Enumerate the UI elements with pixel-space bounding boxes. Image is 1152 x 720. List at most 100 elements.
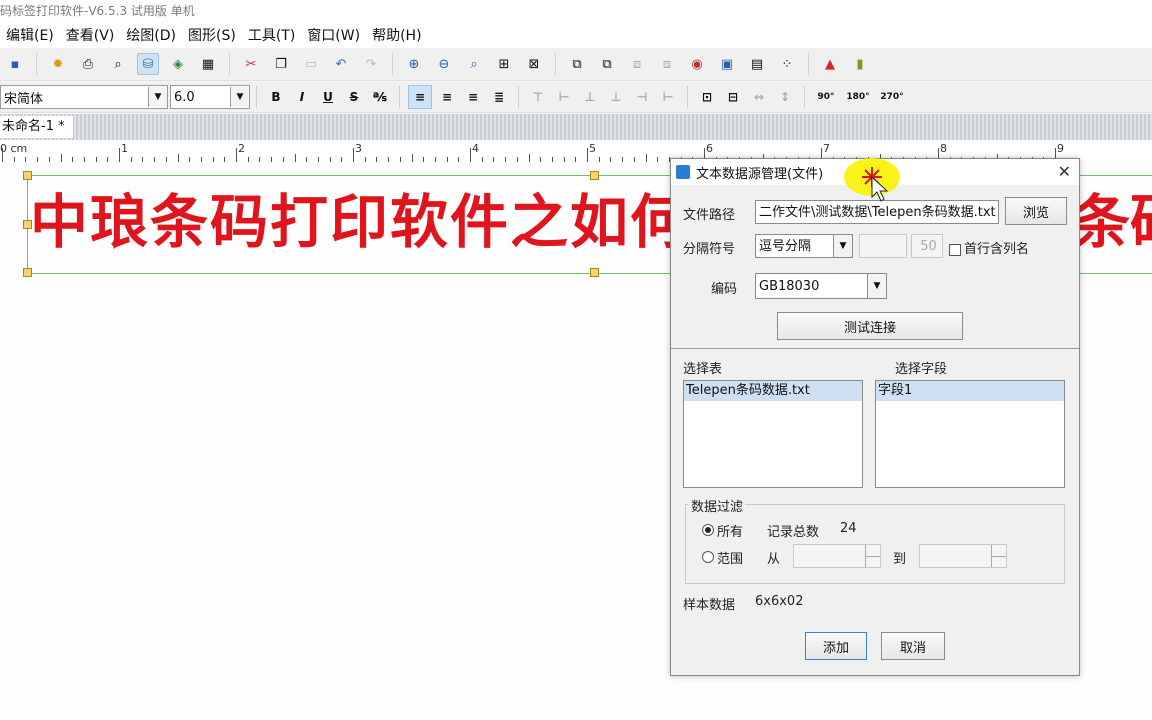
char-spacing-icon[interactable]: ℁ [369, 86, 391, 108]
menu-window[interactable]: 窗口(W) [301, 25, 366, 45]
align-top-icon[interactable]: ⊤ [527, 86, 549, 108]
menu-shape[interactable]: 图形(S) [182, 25, 242, 45]
align-center-icon[interactable]: ≡ [436, 86, 458, 108]
italic-button[interactable]: I [291, 86, 313, 108]
redo-icon[interactable]: ↷ [360, 53, 382, 75]
rotate-270-icon[interactable]: 270° [877, 86, 907, 108]
rotate-90-icon[interactable]: 90° [813, 86, 839, 108]
encoding-select[interactable]: GB18030 ▼ [755, 273, 887, 299]
toolbar-divider [687, 86, 688, 108]
align-middle-icon[interactable]: ⊢ [553, 86, 575, 108]
zoom-in-icon[interactable]: ⊕ [403, 53, 425, 75]
undo-icon[interactable]: ↶ [330, 53, 352, 75]
pdf-icon[interactable]: ▲ [819, 53, 841, 75]
ruler-tick [2, 148, 3, 162]
grid-icon[interactable]: ▦ [197, 53, 219, 75]
resize-handle[interactable] [590, 268, 599, 277]
list-item[interactable]: Telepen条码数据.txt [684, 381, 862, 401]
field-list[interactable]: 字段1 [875, 380, 1065, 488]
space-h-icon[interactable]: ↔ [748, 86, 770, 108]
list-item[interactable]: 字段1 [876, 381, 1064, 401]
menu-tools[interactable]: 工具(T) [242, 25, 301, 45]
paste-icon[interactable]: ▭ [300, 53, 322, 75]
resize-handle[interactable] [23, 220, 32, 229]
document-tab[interactable]: 未命名-1 * [0, 116, 73, 138]
same-height-icon[interactable]: ⊟ [722, 86, 744, 108]
resize-handle[interactable] [23, 268, 32, 277]
send-back-icon[interactable]: ⧉ [596, 53, 618, 75]
bring-front-icon[interactable]: ⧉ [566, 53, 588, 75]
label-text-object[interactable]: 中琅条码打印软件之如何批 [30, 182, 750, 262]
table-list[interactable]: Telepen条码数据.txt [683, 380, 863, 488]
spinner-icon[interactable] [865, 545, 880, 567]
eye-icon[interactable]: ◉ [686, 53, 708, 75]
chevron-down-icon[interactable]: ▼ [148, 87, 167, 107]
separator-custom-field[interactable] [859, 234, 907, 258]
chevron-down-icon[interactable]: ▼ [833, 235, 852, 257]
range-from-field[interactable] [793, 544, 881, 568]
align-vcenter-icon[interactable]: ⊣ [631, 86, 653, 108]
range-to-field[interactable] [919, 544, 1007, 568]
resize-handle[interactable] [23, 171, 32, 180]
zoom-icon[interactable]: ⌕ [463, 53, 485, 75]
toolbar-divider [229, 53, 230, 75]
space-v-icon[interactable]: ↕ [774, 86, 796, 108]
ruler-tick [60, 154, 62, 162]
label-settings-icon[interactable]: ◈ [167, 53, 189, 75]
ruler-tick [236, 148, 237, 162]
ungroup-icon[interactable]: ⧈ [656, 53, 678, 75]
copy-icon[interactable]: ❐ [270, 53, 292, 75]
cut-icon[interactable]: ✂ [240, 53, 262, 75]
actual-size-icon[interactable]: ⊠ [523, 53, 545, 75]
checkbox-icon[interactable] [949, 243, 961, 256]
sample-label: 样本数据 [683, 598, 736, 613]
chevron-down-icon[interactable]: ▼ [867, 274, 886, 298]
spinner-icon[interactable] [991, 545, 1006, 567]
database-icon[interactable]: ⛁ [137, 53, 159, 75]
test-connect-button[interactable]: 测试连接 [777, 312, 963, 340]
align-icon[interactable]: ▤ [746, 53, 768, 75]
text-datasource-dialog: 文本数据源管理(文件) ✕ 文件路径 二作文件\测试数据\Telepen条码数据… [670, 158, 1080, 676]
font-name-select[interactable]: 宋简体 ▼ [0, 85, 168, 109]
browse-button[interactable]: 浏览 [1005, 197, 1067, 225]
align-hdist-icon[interactable]: ⊢ [657, 86, 679, 108]
add-button[interactable]: 添加 [805, 632, 867, 660]
menu-edit[interactable]: 编辑(E) [0, 25, 60, 45]
cancel-button[interactable]: 取消 [881, 632, 945, 660]
separator-extra-field[interactable]: 50 [911, 234, 943, 258]
menu-draw[interactable]: 绘图(D) [120, 25, 182, 45]
close-icon[interactable]: ✕ [1058, 162, 1071, 181]
resize-handle[interactable] [590, 171, 599, 180]
lock-icon[interactable]: ▣ [716, 53, 738, 75]
filter-range-radio[interactable] [702, 551, 714, 563]
justify-icon[interactable]: ≣ [488, 86, 510, 108]
chevron-down-icon[interactable]: ▼ [230, 87, 249, 107]
align-bottom-icon[interactable]: ⊥ [579, 86, 601, 108]
first-row-header-checkbox[interactable]: 首行含列名 [949, 238, 1029, 257]
print-preview-icon[interactable]: ⌕ [107, 53, 129, 75]
menu-view[interactable]: 查看(V) [60, 25, 121, 45]
zoom-out-icon[interactable]: ⊖ [433, 53, 455, 75]
save-icon[interactable]: ▪ [4, 53, 26, 75]
filter-all-label: 所有 [717, 525, 744, 540]
font-size-select[interactable]: 6.0 ▼ [170, 85, 250, 109]
same-width-icon[interactable]: ⊡ [696, 86, 718, 108]
fit-page-icon[interactable]: ⊞ [493, 53, 515, 75]
settings-icon[interactable]: ✹ [47, 53, 69, 75]
menu-help[interactable]: 帮助(H) [366, 25, 427, 45]
underline-button[interactable]: U [317, 86, 339, 108]
align-right-icon[interactable]: ≡ [462, 86, 484, 108]
group-icon[interactable]: ⧈ [626, 53, 648, 75]
strikethrough-button[interactable]: S [343, 86, 365, 108]
filter-all-radio[interactable] [702, 524, 714, 536]
rotate-180-icon[interactable]: 180° [843, 86, 873, 108]
toolbar-divider [555, 53, 556, 75]
separator-select[interactable]: 逗号分隔 ▼ [755, 234, 853, 258]
align-hcenter-icon[interactable]: ⊥ [605, 86, 627, 108]
print-icon[interactable]: ⎙ [77, 53, 99, 75]
ruler-tick [294, 154, 296, 162]
align-left-icon[interactable]: ≡ [408, 85, 432, 109]
battery-icon[interactable]: ▮ [849, 53, 871, 75]
distribute-icon[interactable]: ⁘ [776, 53, 798, 75]
bold-button[interactable]: B [265, 86, 287, 108]
